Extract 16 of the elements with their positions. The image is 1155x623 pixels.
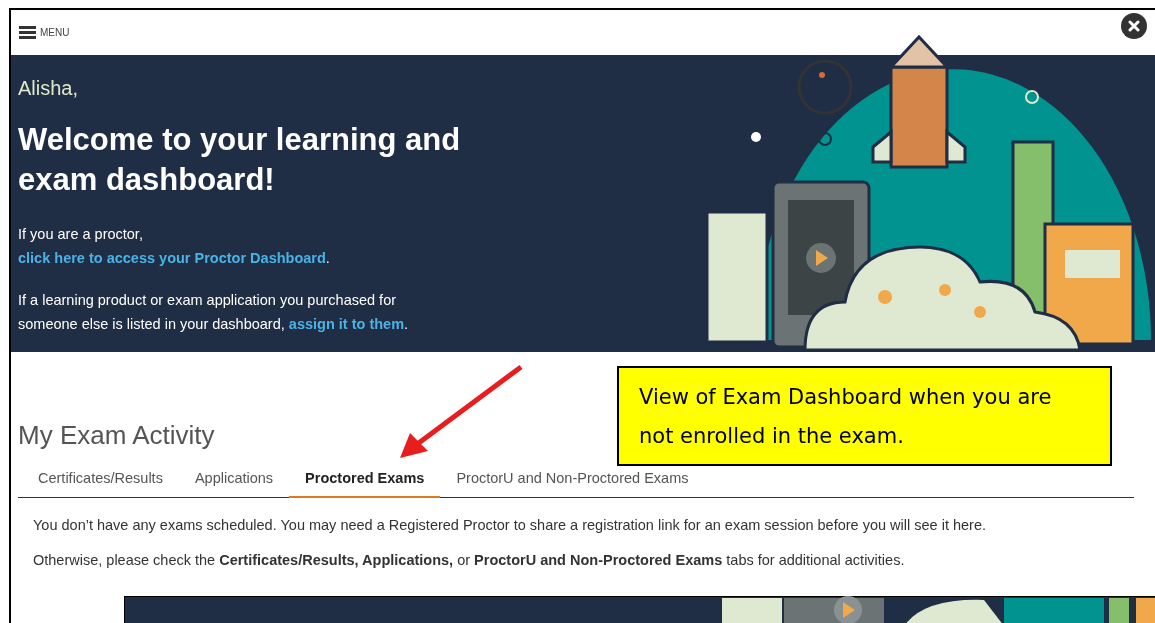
assign-text: If a learning product or exam application you purchased for someone else is listed in your dashboard, assign it to them. [18, 291, 410, 334]
callout-note: View of Exam Dashboard when you are not enrolled in the exam. [617, 366, 1112, 466]
proctor-dashboard-link[interactable]: click here to access your Proctor Dashboard [18, 250, 326, 266]
menu-icon [19, 26, 36, 39]
proctor-text: If you are a proctor, click here to access your Proctor Dashboard. [18, 225, 331, 268]
close-button[interactable] [1121, 13, 1147, 39]
welcome-heading: Welcome to your learning and exam dashboard! [18, 121, 462, 199]
close-icon [1128, 20, 1140, 32]
tab[interactable]: Proctored Exams [289, 461, 441, 498]
menu-button[interactable]: MENU [19, 26, 70, 39]
tab[interactable]: Certificates/Results [22, 461, 179, 498]
info-text: You don’t have any exams scheduled. You may need a Registered Proctor to share a registration link for an exam session before you will see it here. [33, 517, 987, 533]
info-text: Otherwise, please check the Certificates/Results, Applications, or ProctorU and Non-Proctored Exams tabs for additional activities. [33, 552, 906, 568]
tab[interactable]: Applications [178, 461, 290, 498]
greeting: Alisha, [18, 77, 80, 100]
section-heading: My Exam Activity [18, 420, 215, 451]
